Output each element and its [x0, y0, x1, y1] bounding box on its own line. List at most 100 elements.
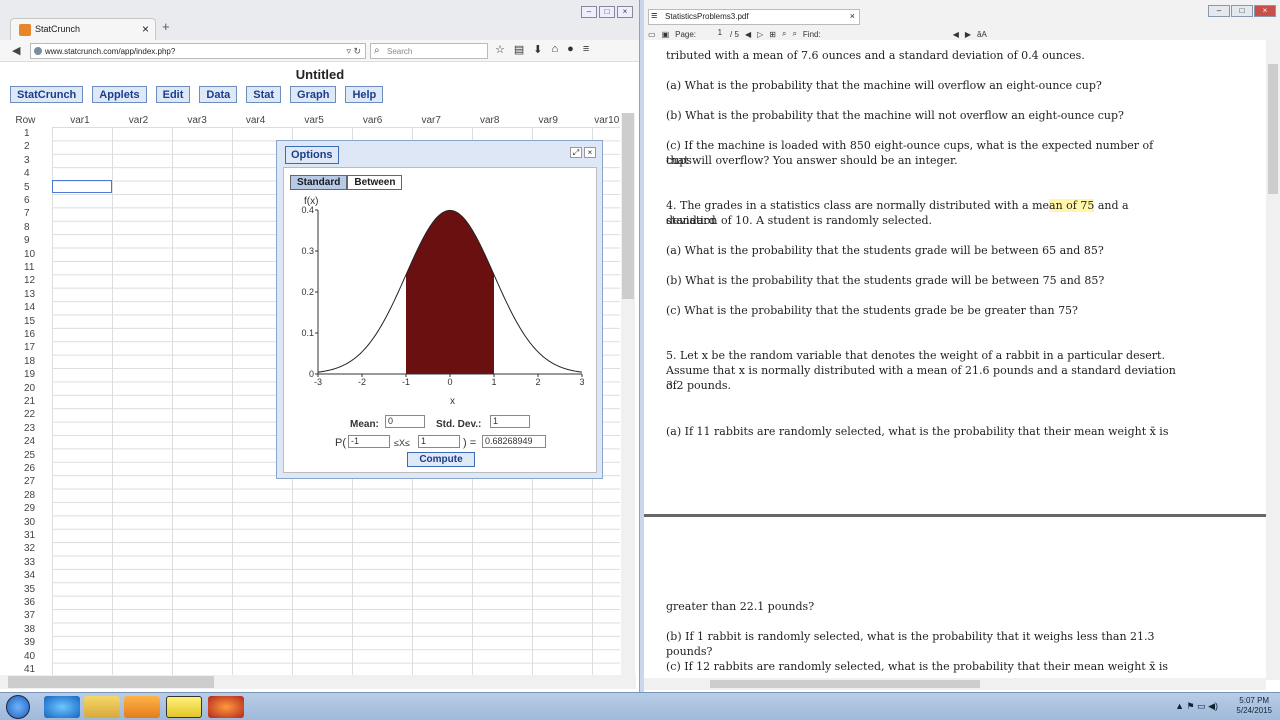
- row-number[interactable]: 40: [0, 651, 52, 662]
- maximize-icon[interactable]: □: [1231, 5, 1253, 17]
- mean-input[interactable]: 0: [385, 415, 425, 428]
- row-number[interactable]: 36: [0, 597, 52, 608]
- row-number[interactable]: 1: [0, 128, 52, 139]
- row-number[interactable]: 34: [0, 570, 52, 581]
- close-window-icon[interactable]: ×: [617, 6, 633, 18]
- row-number[interactable]: 30: [0, 517, 52, 528]
- print-icon[interactable]: ▣: [662, 30, 670, 39]
- scroll-thumb[interactable]: [1268, 64, 1278, 194]
- find-next-icon[interactable]: ▶: [965, 30, 971, 39]
- url-bar[interactable]: www.statcrunch.com/app/index.php? ▿ ↻: [30, 43, 366, 59]
- row-number[interactable]: 31: [0, 530, 52, 541]
- column-header[interactable]: var2: [109, 113, 168, 127]
- column-header[interactable]: var3: [168, 113, 227, 127]
- next-page-icon[interactable]: ▷: [757, 30, 763, 39]
- find-prev-icon[interactable]: ◀: [953, 30, 959, 39]
- fit-icon[interactable]: ⊞: [769, 30, 776, 39]
- sheet-horizontal-scrollbar[interactable]: [0, 675, 636, 689]
- compute-button[interactable]: Compute: [407, 452, 475, 467]
- page-number-input[interactable]: 1: [702, 28, 724, 40]
- menu-stat[interactable]: Stat: [246, 86, 282, 103]
- menu-icon[interactable]: ≡: [583, 43, 589, 56]
- file-explorer-icon[interactable]: [84, 696, 120, 718]
- row-number[interactable]: 37: [0, 610, 52, 621]
- menu-graph[interactable]: Graph: [290, 86, 337, 103]
- tab-standard[interactable]: Standard: [290, 175, 348, 190]
- browser-tab[interactable]: StatCrunch ×: [10, 18, 156, 40]
- reload-icon[interactable]: ▿ ↻: [346, 46, 361, 57]
- row-number[interactable]: 7: [0, 208, 52, 219]
- download-icon[interactable]: ⬇: [533, 43, 542, 56]
- selected-cell[interactable]: [52, 180, 112, 193]
- row-number[interactable]: 35: [0, 584, 52, 595]
- scroll-thumb[interactable]: [8, 676, 214, 688]
- column-header[interactable]: var1: [51, 113, 110, 127]
- lower-bound-input[interactable]: -1: [348, 435, 390, 448]
- column-header[interactable]: var6: [343, 113, 402, 127]
- menu-edit[interactable]: Edit: [155, 86, 191, 103]
- row-number[interactable]: 33: [0, 557, 52, 568]
- row-number[interactable]: 19: [0, 369, 52, 380]
- prev-page-icon[interactable]: ◀: [745, 30, 751, 39]
- pdf-horizontal-scrollbar[interactable]: [644, 678, 1266, 690]
- pdf-vertical-scrollbar[interactable]: [1266, 40, 1280, 680]
- row-number[interactable]: 14: [0, 302, 52, 313]
- column-header[interactable]: var9: [519, 113, 578, 127]
- row-number[interactable]: 26: [0, 463, 52, 474]
- row-number[interactable]: 20: [0, 383, 52, 394]
- row-number[interactable]: 3: [0, 155, 52, 166]
- menu-help[interactable]: Help: [345, 86, 384, 103]
- media-player-icon[interactable]: [124, 696, 160, 718]
- menu-statcrunch[interactable]: StatCrunch: [10, 86, 84, 103]
- tab-between[interactable]: Between: [347, 175, 403, 190]
- zoom-out-icon[interactable]: ⌕: [782, 29, 786, 39]
- row-number[interactable]: 4: [0, 168, 52, 179]
- menu-data[interactable]: Data: [199, 86, 238, 103]
- hamburger-icon[interactable]: ≡: [651, 10, 657, 22]
- firefox-icon[interactable]: [208, 696, 244, 718]
- row-number[interactable]: 12: [0, 275, 52, 286]
- row-number[interactable]: 16: [0, 329, 52, 340]
- menu-applets[interactable]: Applets: [92, 86, 147, 103]
- column-header[interactable]: var5: [285, 113, 344, 127]
- upper-bound-input[interactable]: 1: [418, 435, 460, 448]
- close-tab-icon[interactable]: ×: [142, 22, 149, 36]
- minimize-icon[interactable]: –: [1208, 5, 1230, 17]
- scroll-thumb[interactable]: [622, 113, 634, 299]
- column-header[interactable]: var7: [402, 113, 461, 127]
- pdf-reader-icon[interactable]: [166, 696, 202, 718]
- zoom-in-icon[interactable]: ⌕: [792, 29, 796, 39]
- new-tab-icon[interactable]: +: [162, 19, 170, 34]
- reading-list-icon[interactable]: ▤: [514, 43, 524, 56]
- row-number[interactable]: 21: [0, 396, 52, 407]
- row-number[interactable]: 38: [0, 624, 52, 635]
- row-number[interactable]: 15: [0, 316, 52, 327]
- home-icon[interactable]: ⌂: [552, 43, 559, 56]
- open-icon[interactable]: ▭: [648, 30, 656, 39]
- row-number[interactable]: 18: [0, 356, 52, 367]
- row-number[interactable]: 24: [0, 436, 52, 447]
- clock[interactable]: 5:07 PM 5/24/2015: [1236, 696, 1272, 716]
- chat-icon[interactable]: ●: [567, 43, 574, 56]
- row-number[interactable]: 8: [0, 222, 52, 233]
- row-number[interactable]: 22: [0, 409, 52, 420]
- scroll-thumb[interactable]: [710, 680, 980, 688]
- row-number[interactable]: 6: [0, 195, 52, 206]
- search-box[interactable]: ⌕ Search: [370, 43, 488, 59]
- internet-explorer-icon[interactable]: [44, 696, 80, 718]
- row-number[interactable]: 23: [0, 423, 52, 434]
- options-button[interactable]: Options: [285, 146, 339, 164]
- back-arrow-icon[interactable]: ◀: [12, 44, 20, 57]
- row-number[interactable]: 13: [0, 289, 52, 300]
- row-number[interactable]: 28: [0, 490, 52, 501]
- row-number[interactable]: 41: [0, 664, 52, 675]
- row-number[interactable]: 32: [0, 543, 52, 554]
- start-button[interactable]: [6, 695, 30, 719]
- column-header[interactable]: var4: [226, 113, 285, 127]
- maximize-icon[interactable]: □: [599, 6, 615, 18]
- row-number[interactable]: 25: [0, 450, 52, 461]
- row-number[interactable]: 27: [0, 476, 52, 487]
- row-number[interactable]: 39: [0, 637, 52, 648]
- sd-input[interactable]: 1: [490, 415, 530, 428]
- row-number[interactable]: 17: [0, 342, 52, 353]
